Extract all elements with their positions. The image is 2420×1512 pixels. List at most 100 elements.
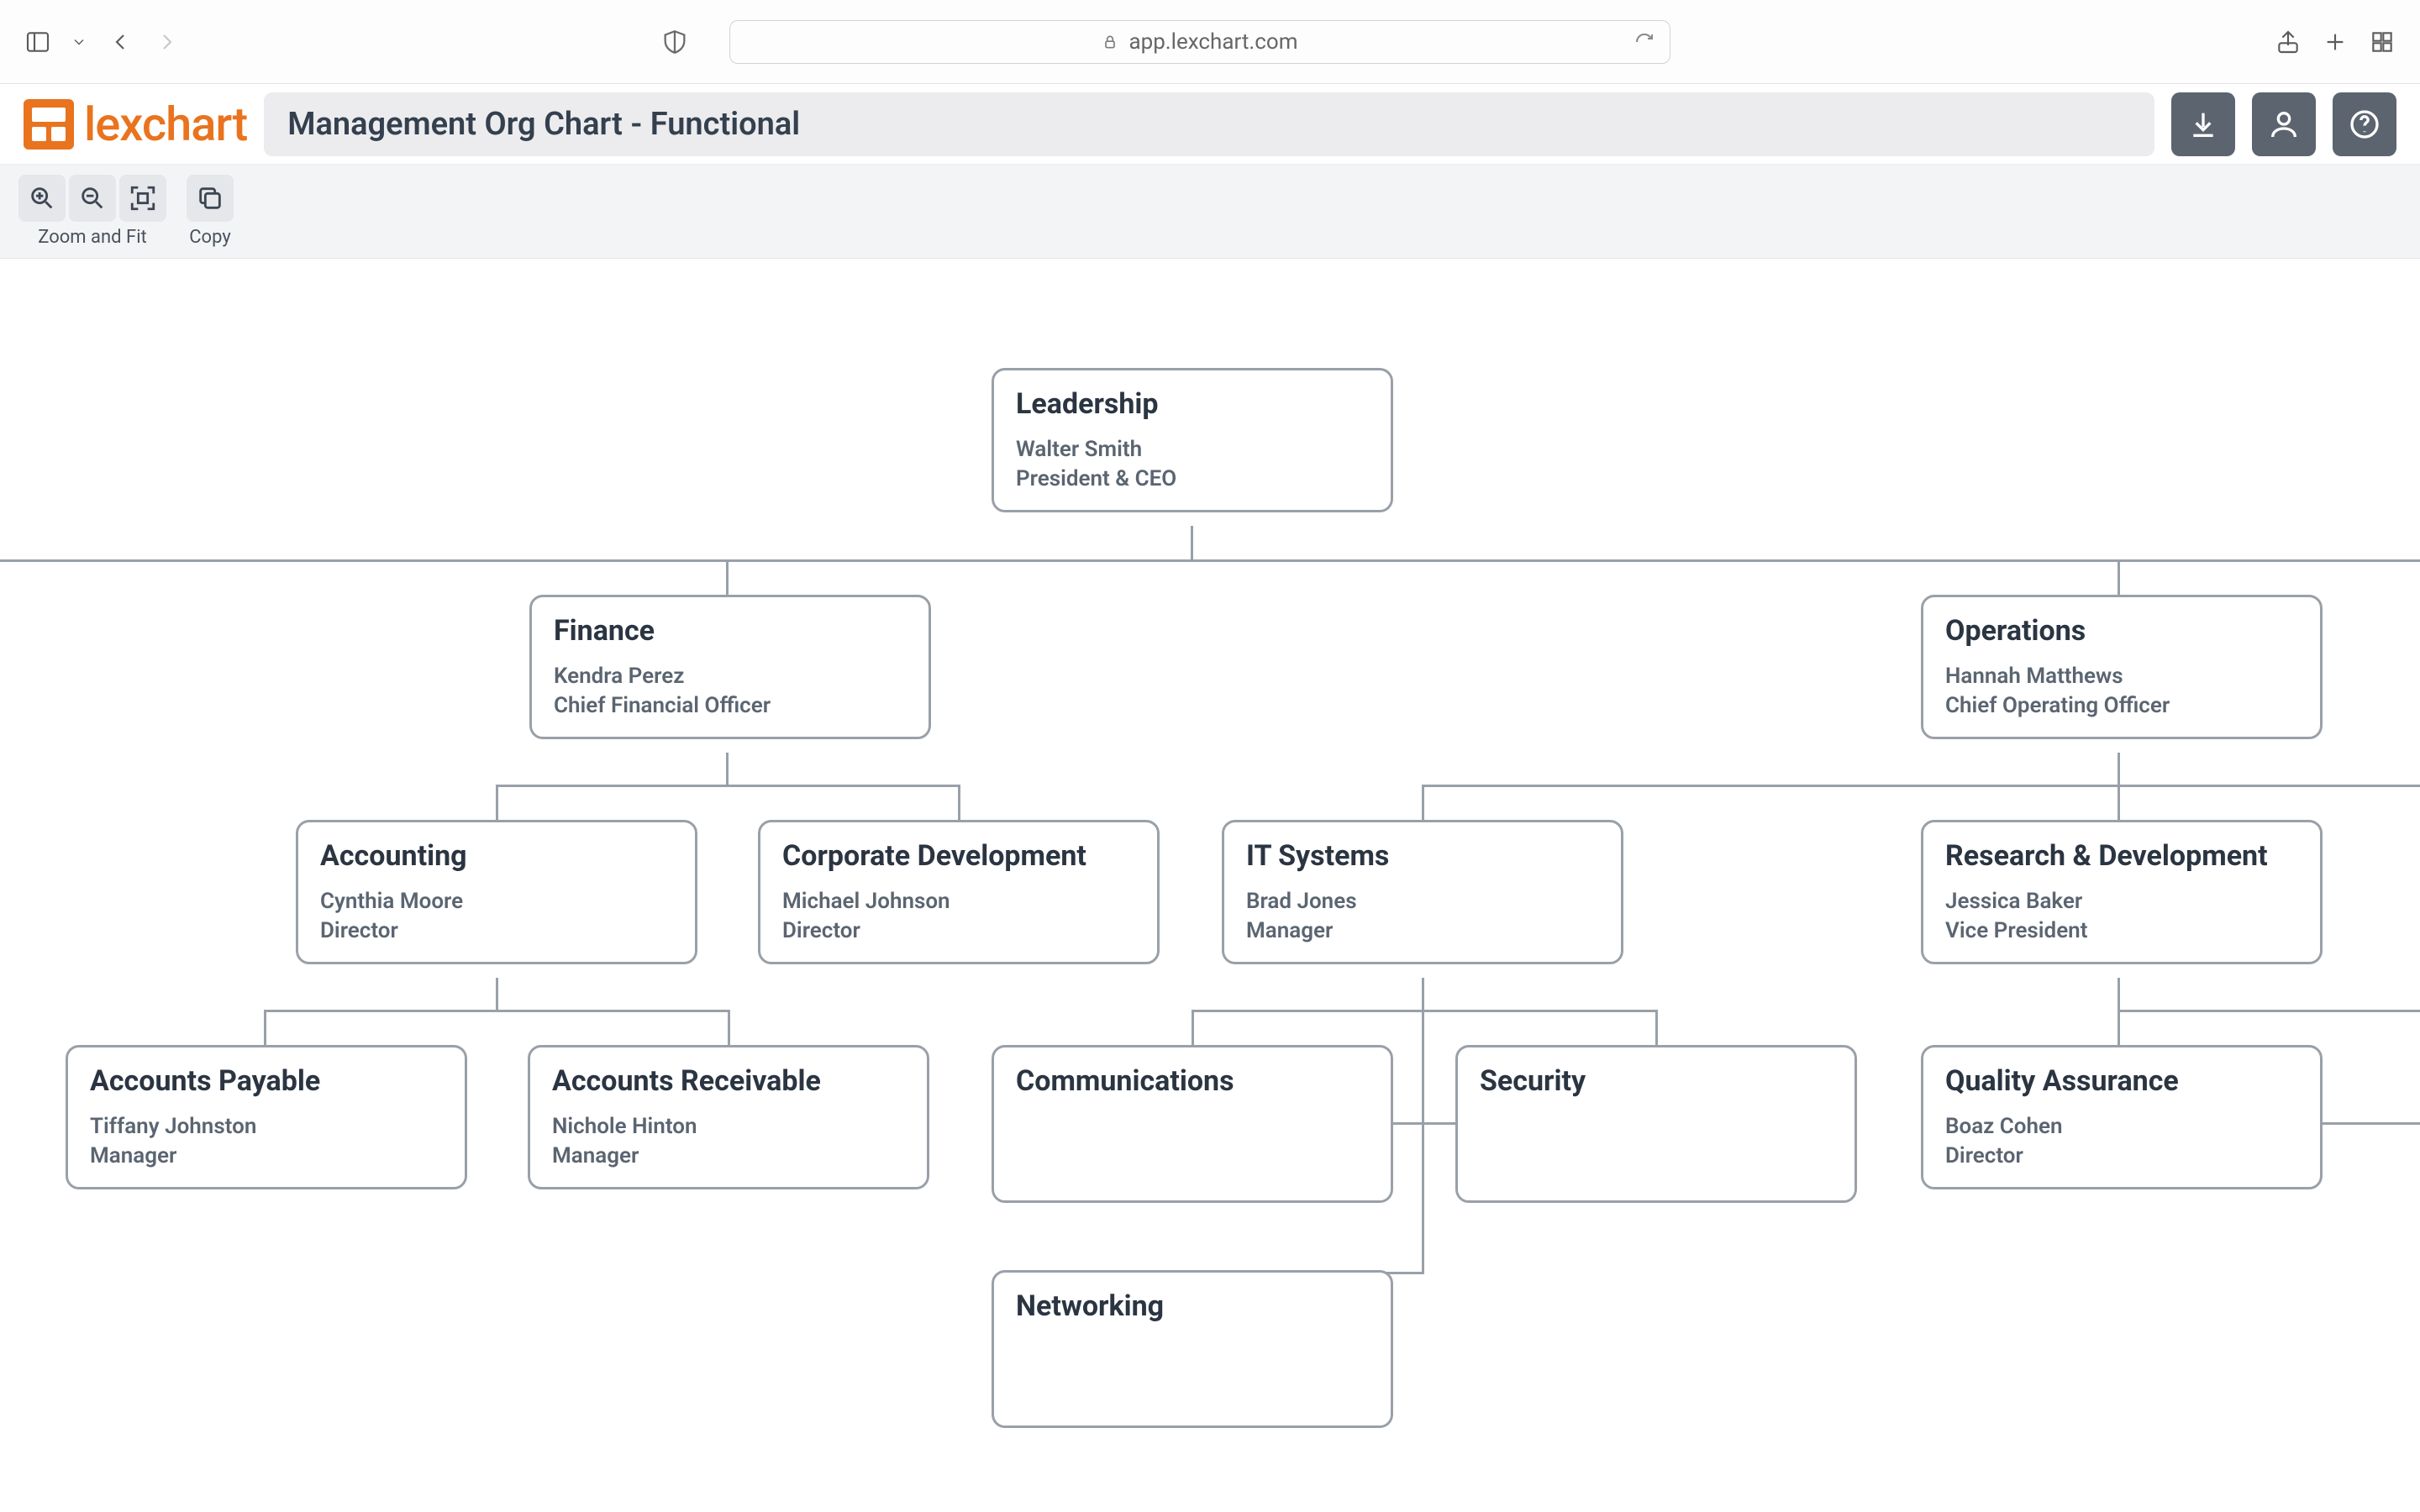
connector <box>2118 1010 2420 1012</box>
node-dept: Research & Development <box>1945 839 2298 873</box>
chart-canvas[interactable]: Leadership Walter Smith President & CEO … <box>0 259 2420 1512</box>
connector <box>1655 1010 1658 1047</box>
node-dept: Security <box>1480 1064 1833 1098</box>
sidebar-toggle-icon[interactable] <box>24 28 52 56</box>
url-bar[interactable]: app.lexchart.com <box>729 20 1670 64</box>
node-role: Director <box>1945 1143 2298 1168</box>
connector <box>496 978 498 1011</box>
node-corp-dev[interactable]: Corporate Development Michael Johnson Di… <box>758 820 1160 964</box>
tab-grid-icon[interactable] <box>2368 28 2396 56</box>
connector <box>1191 526 1193 559</box>
node-dept: Networking <box>1016 1289 1369 1323</box>
node-dept: Operations <box>1945 614 2298 648</box>
node-role: Director <box>320 918 673 943</box>
chart-title-input[interactable]: Management Org Chart - Functional <box>264 92 2154 156</box>
node-person: Hannah Matthews <box>1945 659 2298 693</box>
node-person: Michael Johnson <box>782 885 1135 918</box>
connector <box>728 1010 730 1047</box>
node-role: President & CEO <box>1016 466 1369 491</box>
node-dept: Leadership <box>1016 387 1369 421</box>
back-icon[interactable] <box>106 28 134 56</box>
zoom-fit-group: Zoom and Fit <box>18 175 166 248</box>
connector <box>726 559 729 596</box>
connector <box>2118 559 2120 596</box>
logo-mark-icon <box>24 99 74 150</box>
zoom-group-label: Zoom and Fit <box>38 227 147 248</box>
app-toolbar: Zoom and Fit Copy <box>0 165 2420 259</box>
lock-icon <box>1102 34 1118 50</box>
connector <box>2118 978 2120 1011</box>
node-communications[interactable]: Communications <box>992 1045 1393 1203</box>
node-person: Brad Jones <box>1246 885 1599 918</box>
share-icon[interactable] <box>2274 28 2302 56</box>
node-person: Nichole Hinton <box>552 1110 905 1143</box>
privacy-shield-icon[interactable] <box>660 28 689 56</box>
refresh-icon[interactable] <box>1634 32 1655 52</box>
connector <box>726 753 729 786</box>
connector <box>1422 785 1424 822</box>
connector <box>0 559 2420 562</box>
download-button[interactable] <box>2171 92 2235 156</box>
connector <box>2317 1122 2420 1125</box>
connector <box>2118 753 2120 786</box>
fit-button[interactable] <box>119 175 166 222</box>
connector <box>264 1010 266 1047</box>
node-dept: Finance <box>554 614 907 648</box>
node-finance[interactable]: Finance Kendra Perez Chief Financial Off… <box>529 595 931 739</box>
node-accounting[interactable]: Accounting Cynthia Moore Director <box>296 820 697 964</box>
node-dept: Communications <box>1016 1064 1369 1098</box>
connector <box>496 785 958 787</box>
node-dept: Accounting <box>320 839 673 873</box>
node-role: Chief Operating Officer <box>1945 693 2298 718</box>
connector <box>496 785 498 822</box>
zoom-out-button[interactable] <box>69 175 116 222</box>
brand-text: lexchart <box>84 97 247 152</box>
node-dept: Accounts Payable <box>90 1064 443 1098</box>
node-role: Manager <box>90 1143 443 1168</box>
node-operations[interactable]: Operations Hannah Matthews Chief Operati… <box>1921 595 2323 739</box>
account-button[interactable] <box>2252 92 2316 156</box>
node-dept: Accounts Receivable <box>552 1064 905 1098</box>
app-header: lexchart Management Org Chart - Function… <box>0 84 2420 165</box>
node-leadership[interactable]: Leadership Walter Smith President & CEO <box>992 368 1393 512</box>
forward-icon <box>153 28 182 56</box>
chart-title-text: Management Org Chart - Functional <box>287 106 800 143</box>
node-networking[interactable]: Networking <box>992 1270 1393 1428</box>
url-text: app.lexchart.com <box>1128 29 1297 55</box>
node-role: Director <box>782 918 1135 943</box>
chevron-down-icon[interactable] <box>71 28 87 56</box>
browser-toolbar: app.lexchart.com <box>0 0 2420 84</box>
node-role: Manager <box>1246 918 1599 943</box>
connector <box>1192 1010 1194 1047</box>
node-person: Kendra Perez <box>554 659 907 693</box>
node-person: Cynthia Moore <box>320 885 673 918</box>
copy-group: Copy <box>187 175 234 248</box>
help-button[interactable] <box>2333 92 2396 156</box>
node-role: Manager <box>552 1143 905 1168</box>
node-rnd[interactable]: Research & Development Jessica Baker Vic… <box>1921 820 2323 964</box>
connector <box>2118 785 2120 822</box>
node-it-systems[interactable]: IT Systems Brad Jones Manager <box>1222 820 1623 964</box>
new-tab-icon[interactable] <box>2321 28 2349 56</box>
node-qa[interactable]: Quality Assurance Boaz Cohen Director <box>1921 1045 2323 1189</box>
node-dept: Quality Assurance <box>1945 1064 2298 1098</box>
connector <box>2118 1010 2120 1047</box>
connector <box>264 1010 728 1012</box>
node-role: Vice President <box>1945 918 2298 943</box>
connector <box>1422 785 2420 787</box>
app-logo[interactable]: lexchart <box>24 97 247 152</box>
node-security[interactable]: Security <box>1455 1045 1857 1203</box>
zoom-in-button[interactable] <box>18 175 66 222</box>
connector <box>1422 978 1424 1272</box>
connector <box>1192 1010 1657 1012</box>
node-role: Chief Financial Officer <box>554 693 907 718</box>
node-person: Boaz Cohen <box>1945 1110 2298 1143</box>
node-ap[interactable]: Accounts Payable Tiffany Johnston Manage… <box>66 1045 467 1189</box>
node-person: Jessica Baker <box>1945 885 2298 918</box>
node-ar[interactable]: Accounts Receivable Nichole Hinton Manag… <box>528 1045 929 1189</box>
copy-button[interactable] <box>187 175 234 222</box>
copy-group-label: Copy <box>189 227 231 248</box>
node-dept: Corporate Development <box>782 839 1135 873</box>
connector <box>958 785 960 822</box>
node-dept: IT Systems <box>1246 839 1599 873</box>
